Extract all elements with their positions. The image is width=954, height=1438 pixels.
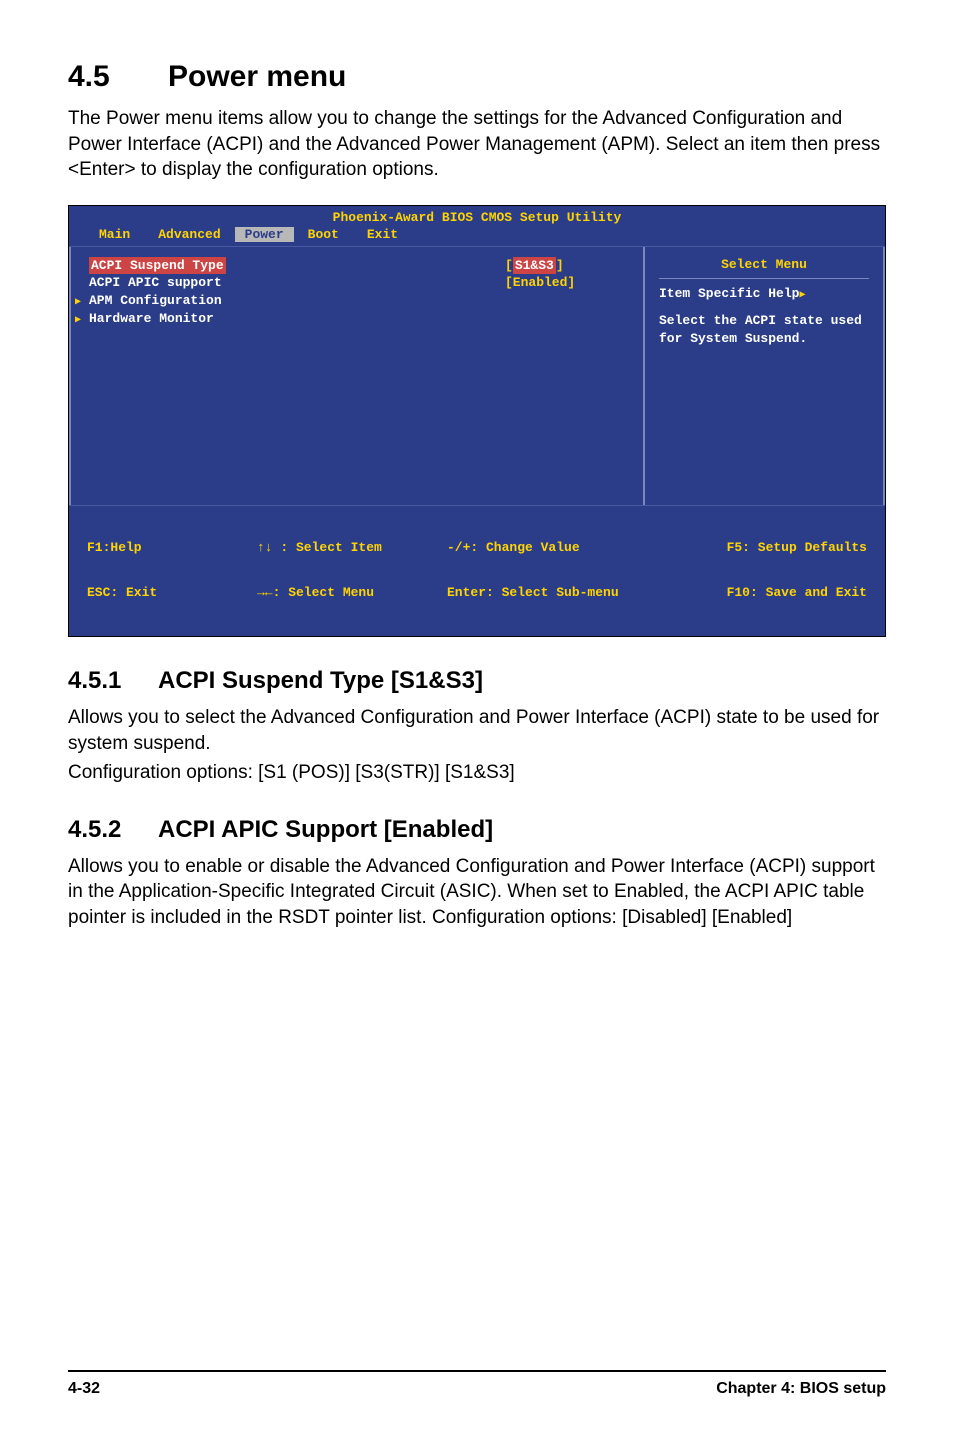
bios-title: Phoenix-Award BIOS CMOS Setup Utility	[69, 206, 885, 227]
tab-main[interactable]: Main	[85, 227, 144, 242]
section-title: ACPI APIC Support [Enabled]	[158, 816, 493, 843]
heading-number: 4.5	[68, 60, 168, 94]
section-452-heading: 4.5.2ACPI APIC Support [Enabled]	[68, 816, 886, 844]
chapter-label: Chapter 4: BIOS setup	[716, 1380, 886, 1398]
bios-key-legend: F1:Help ESC: Exit ↑↓ : Select Item →←: S…	[69, 506, 885, 636]
section-title: ACPI Suspend Type [S1&S3]	[158, 667, 483, 694]
tab-advanced[interactable]: Advanced	[144, 227, 234, 242]
menu-item-apm-config[interactable]: APM Configuration	[89, 292, 625, 310]
section-451-p2: Configuration options: [S1 (POS)] [S3(ST…	[68, 760, 886, 786]
intro-paragraph: The Power menu items allow you to change…	[68, 106, 886, 183]
section-452-p1: Allows you to enable or disable the Adva…	[68, 854, 886, 931]
menu-value: [Enabled]	[505, 274, 625, 292]
bios-tab-bar: Main Advanced Power Boot Exit	[69, 227, 885, 246]
key-select-item: ↑↓ : Select Item	[257, 540, 447, 555]
menu-label: ACPI APIC support	[89, 274, 222, 292]
menu-value: S1&S3	[513, 257, 556, 275]
key-esc: ESC: Exit	[87, 585, 257, 600]
bios-menu-panel: ACPI Suspend Type [S1&S3] ACPI APIC supp…	[69, 247, 645, 505]
tab-boot[interactable]: Boot	[294, 227, 353, 242]
page-number: 4-32	[68, 1380, 100, 1398]
menu-item-acpi-suspend[interactable]: ACPI Suspend Type [S1&S3]	[89, 257, 625, 275]
bios-help-panel: Select Menu Item Specific Help Select th…	[645, 247, 885, 505]
divider	[659, 278, 869, 279]
menu-label: ACPI Suspend Type	[89, 257, 226, 275]
key-f1: F1:Help	[87, 540, 257, 555]
tab-power[interactable]: Power	[235, 227, 294, 242]
help-specific: Item Specific Help	[659, 286, 799, 301]
page-footer: 4-32 Chapter 4: BIOS setup	[68, 1370, 886, 1398]
key-select-menu: →←: Select Menu	[257, 585, 447, 600]
bios-screen: Phoenix-Award BIOS CMOS Setup Utility Ma…	[68, 205, 886, 637]
help-title: Select Menu	[659, 257, 869, 272]
key-enter: Enter: Select Sub-menu	[447, 585, 687, 600]
tab-exit[interactable]: Exit	[353, 227, 412, 242]
key-f5: F5: Setup Defaults	[687, 540, 867, 555]
help-body: Select the ACPI state used for System Su…	[659, 312, 869, 347]
menu-item-hardware-monitor[interactable]: Hardware Monitor	[89, 310, 625, 328]
section-451-p1: Allows you to select the Advanced Config…	[68, 705, 886, 756]
menu-label: Hardware Monitor	[89, 310, 214, 328]
menu-label: APM Configuration	[89, 292, 222, 310]
key-f10: F10: Save and Exit	[687, 585, 867, 600]
menu-item-acpi-apic[interactable]: ACPI APIC support [Enabled]	[89, 274, 625, 292]
triangle-right-icon	[799, 286, 805, 301]
heading-title: Power menu	[168, 60, 346, 93]
section-451-heading: 4.5.1ACPI Suspend Type [S1&S3]	[68, 667, 886, 695]
section-number: 4.5.2	[68, 816, 158, 844]
key-change-value: -/+: Change Value	[447, 540, 687, 555]
section-number: 4.5.1	[68, 667, 158, 695]
page-heading: 4.5Power menu	[68, 60, 886, 94]
